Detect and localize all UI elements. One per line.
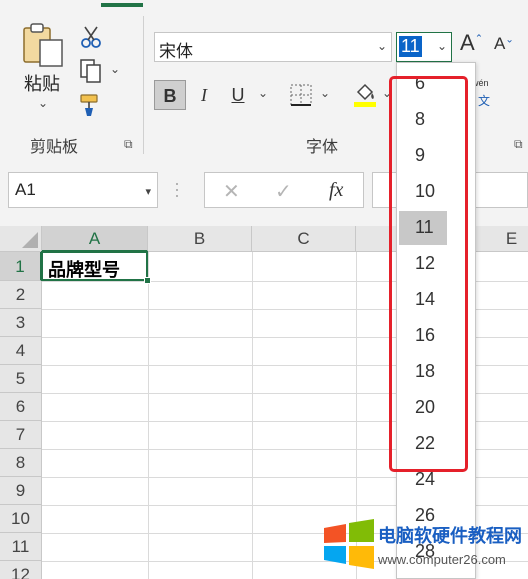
watermark-logo: 电脑软硬件教程网 www.computer26.com	[322, 518, 528, 574]
format-painter-icon[interactable]	[78, 92, 104, 118]
underline-button[interactable]: U	[222, 80, 254, 110]
watermark-title: 电脑软硬件教程网	[378, 526, 522, 547]
select-all-button[interactable]	[0, 226, 42, 252]
column-header-b[interactable]: B	[148, 226, 252, 252]
insert-function-icon[interactable]: fx	[329, 179, 343, 202]
bold-button[interactable]: B	[154, 80, 186, 110]
font-group-label: 字体	[306, 139, 339, 156]
column-header-c[interactable]: C	[252, 226, 356, 252]
paste-label: 粘贴	[24, 74, 60, 94]
cut-icon[interactable]	[78, 24, 104, 50]
drag-handle-icon[interactable]: · · ·	[174, 174, 180, 204]
font-size-box[interactable]: 11 ⌄	[396, 32, 452, 62]
windows-logo-icon	[324, 519, 374, 569]
formula-buttons: ✕ ✓ fx	[204, 172, 364, 208]
row-header-4[interactable]: 4	[0, 337, 42, 365]
fill-color-icon[interactable]	[352, 80, 378, 107]
name-box[interactable]: A1 ▾	[8, 172, 158, 208]
row-header-1[interactable]: 1	[0, 252, 42, 281]
row-header-8[interactable]: 8	[0, 449, 42, 477]
font-launcher-icon[interactable]: ⧉	[514, 138, 526, 150]
copy-icon[interactable]	[78, 58, 104, 84]
copy-dropdown-icon[interactable]: ⌄	[110, 62, 120, 76]
row-header-10[interactable]: 10	[0, 505, 42, 533]
font-size-option-label: 24	[415, 469, 436, 489]
clipboard-group-label: 剪贴板	[30, 139, 79, 156]
chevron-down-icon[interactable]: ▾	[145, 185, 151, 198]
gridline	[252, 252, 253, 579]
borders-dropdown-icon[interactable]: ⌄	[320, 86, 330, 100]
font-name-box[interactable]: 宋体 ⌄	[154, 32, 392, 62]
cell-a1-value: 品牌型号	[48, 260, 120, 281]
fill-handle[interactable]	[144, 277, 151, 284]
cancel-icon[interactable]: ✕	[223, 179, 240, 204]
clipboard-launcher-icon[interactable]: ⧉	[124, 138, 136, 150]
font-size-value: 11	[399, 36, 422, 57]
underline-dropdown-icon[interactable]: ⌄	[258, 86, 268, 100]
phonetic-guide-icon[interactable]: 文	[478, 92, 490, 109]
gridline	[148, 252, 149, 579]
row-header-3[interactable]: 3	[0, 309, 42, 337]
row-header-11[interactable]: 11	[0, 533, 42, 561]
row-header-7[interactable]: 7	[0, 421, 42, 449]
group-separator	[143, 16, 144, 154]
home-tab-indicator	[101, 3, 143, 7]
chevron-down-icon[interactable]: ⌄	[437, 39, 447, 53]
row-header-12[interactable]: 12	[0, 561, 42, 579]
highlight-annotation-box	[389, 76, 468, 472]
chevron-down-icon[interactable]: ⌄	[377, 39, 387, 53]
enter-icon[interactable]: ✓	[275, 179, 292, 204]
row-header-9[interactable]: 9	[0, 477, 42, 505]
paste-icon	[23, 23, 63, 67]
font-name-value: 宋体	[159, 42, 193, 62]
row-header-6[interactable]: 6	[0, 393, 42, 421]
row-header-2[interactable]: 2	[0, 281, 42, 309]
cell-a1[interactable]: 品牌型号	[41, 251, 148, 281]
borders-icon[interactable]	[288, 82, 314, 108]
column-header-a[interactable]: A	[42, 226, 148, 252]
chevron-down-icon[interactable]: ⌄	[38, 96, 48, 110]
decrease-font-size-icon[interactable]: A⌄	[494, 34, 514, 54]
italic-button[interactable]: I	[188, 80, 220, 110]
select-all-triangle	[22, 232, 38, 248]
increase-font-size-icon[interactable]: A⌃	[460, 30, 483, 56]
name-box-value: A1	[15, 180, 36, 199]
watermark-url: www.computer26.com	[378, 552, 506, 567]
row-header-5[interactable]: 5	[0, 365, 42, 393]
